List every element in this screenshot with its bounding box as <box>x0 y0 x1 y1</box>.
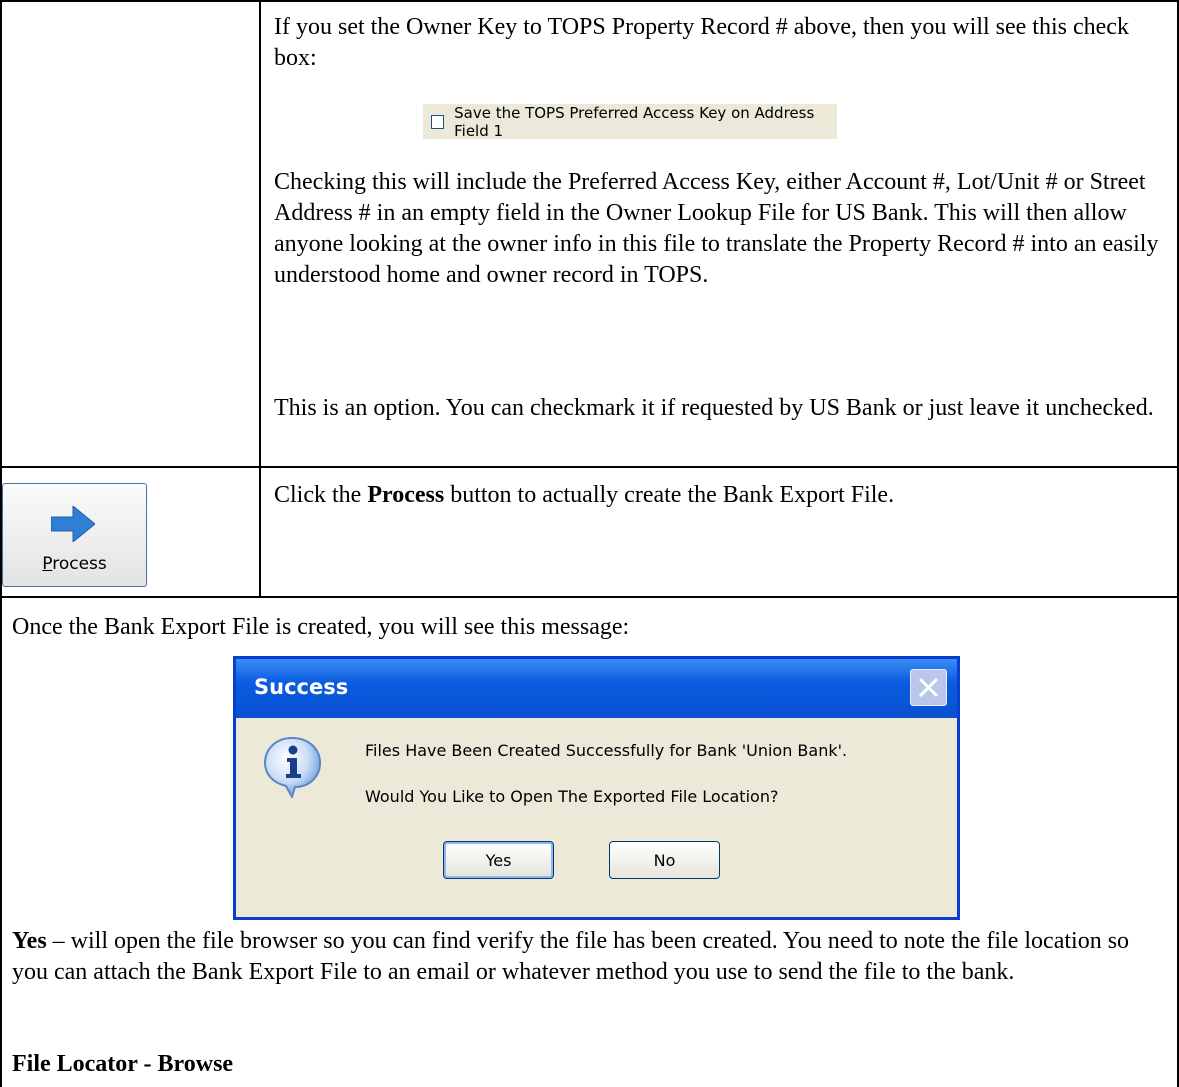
dialog-yes-button[interactable]: Yes <box>443 841 554 879</box>
dialog-message-question: Would You Like to Open The Exported File… <box>365 787 779 806</box>
yes-explanation-text: Yes – will open the file browser so you … <box>12 928 1130 985</box>
checkbox-intro-text: If you set the Owner Key to TOPS Propert… <box>274 14 1129 71</box>
file-locator-heading: File Locator - Browse <box>12 1051 234 1077</box>
close-icon <box>918 677 939 698</box>
checkbox-box[interactable] <box>431 114 445 129</box>
process-button-label: Process <box>42 554 107 574</box>
process-instruction-text: Click the Process button to actually cre… <box>274 482 895 508</box>
checkbox-explanation-text: Checking this will include the Preferred… <box>274 169 1159 288</box>
process-button[interactable]: Process <box>2 483 147 587</box>
checkbox-label: Save the TOPS Preferred Access Key on Ad… <box>454 103 815 140</box>
arrow-right-icon <box>51 506 95 542</box>
dialog-close-button[interactable] <box>910 669 947 706</box>
column-divider <box>259 0 261 598</box>
row-divider-1 <box>0 466 1179 468</box>
table-top-border <box>0 0 1179 2</box>
dialog-message-created: Files Have Been Created Successfully for… <box>365 741 848 760</box>
preferred-access-key-checkbox[interactable]: Save the TOPS Preferred Access Key on Ad… <box>423 103 837 140</box>
option-note-text: This is an option. You can checkmark it … <box>274 395 1154 421</box>
dialog-intro-text: Once the Bank Export File is created, yo… <box>12 614 630 640</box>
document-page: If you set the Owner Key to TOPS Propert… <box>0 0 1179 1087</box>
dialog-title: Success <box>254 675 349 699</box>
success-dialog: Success Files Have Been Created Successf… <box>233 656 960 920</box>
dialog-title-bar: Success <box>236 659 957 718</box>
info-icon <box>263 736 322 798</box>
row-divider-2 <box>0 596 1179 598</box>
dialog-no-button[interactable]: No <box>609 841 720 879</box>
